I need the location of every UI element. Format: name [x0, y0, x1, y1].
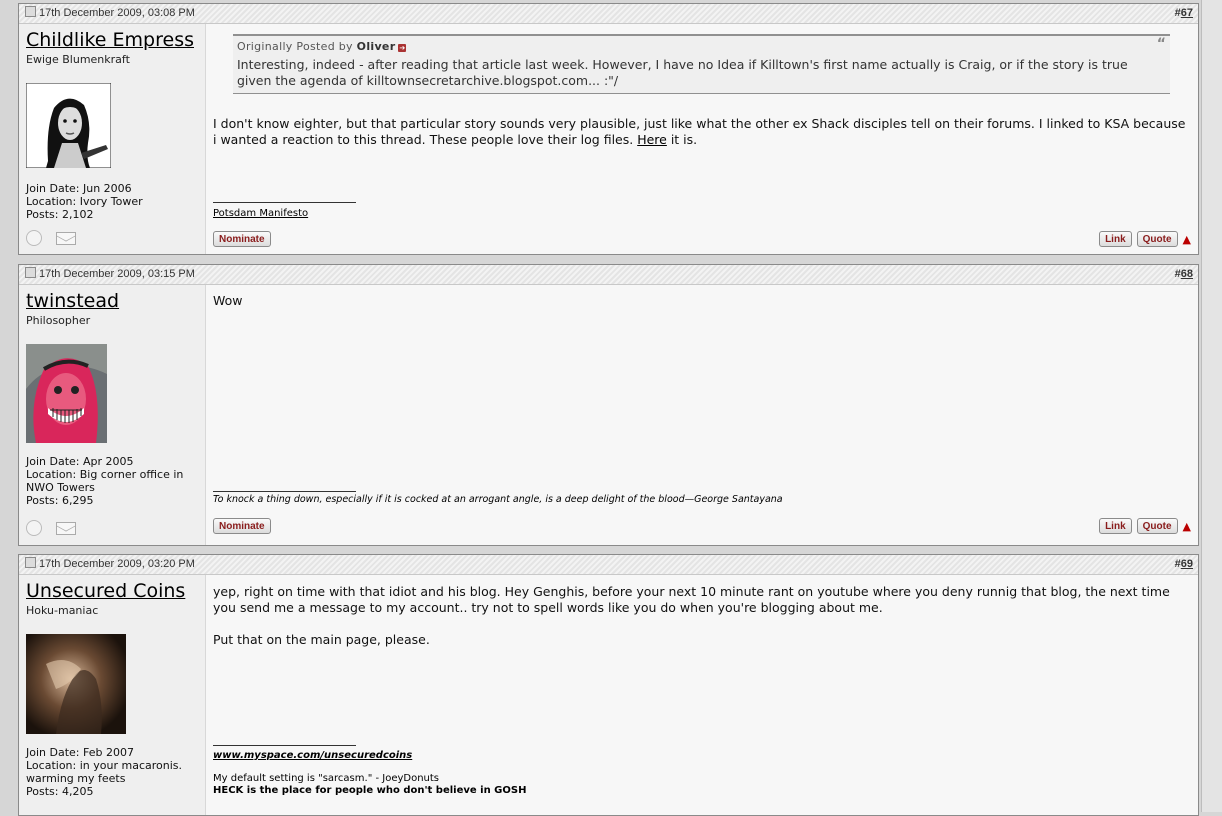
post-status-icon [25, 6, 36, 17]
window-scrollbar[interactable] [1201, 0, 1222, 812]
signature-line-3: HECK is the place for people who don't b… [213, 785, 527, 796]
quote-label: Originally Posted by [237, 40, 353, 53]
join-date: Join Date: Jun 2006 [26, 182, 132, 195]
post-count: Posts: 4,205 [26, 785, 94, 798]
quote-block: Originally Posted by Oliver ➔ “ Interesti… [233, 34, 1170, 94]
envelope-icon[interactable] [56, 231, 76, 245]
user-title: Philosopher [26, 314, 91, 327]
back-to-top-arrow-icon[interactable]: ▲ [1183, 520, 1191, 533]
signature-divider [213, 491, 356, 492]
online-status-icon [26, 520, 42, 536]
post-date: 17th December 2009, 03:20 PM [39, 558, 195, 570]
avatar[interactable] [26, 344, 107, 443]
username-link[interactable]: twinstead [26, 289, 205, 313]
signature-divider [213, 745, 356, 746]
userinfo: Childlike Empress Ewige Blumenkraft Join… [19, 24, 206, 254]
message-paragraph-2: Put that on the main page, please. [213, 632, 430, 647]
userinfo: twinstead Philosopher Join Date: Apr 200… [19, 285, 206, 545]
signature-myspace-link[interactable]: www.myspace.com/unsecuredcoins [213, 750, 412, 761]
message: I don't know eighter, but that particula… [213, 116, 1192, 148]
view-post-icon[interactable]: ➔ [398, 44, 407, 52]
post-number: #67 [1174, 7, 1193, 19]
post-status-icon [25, 557, 36, 568]
quote-button[interactable]: Quote [1136, 231, 1178, 247]
link-button[interactable]: Link [1099, 518, 1132, 534]
quote-header: Originally Posted by Oliver ➔ [237, 40, 1166, 53]
post-number: #69 [1174, 558, 1193, 570]
quote-author: Oliver [356, 40, 396, 53]
nominate-button[interactable]: Nominate [213, 518, 271, 534]
join-date: Join Date: Apr 2005 [26, 455, 134, 468]
avatar[interactable] [26, 634, 126, 734]
location: Location: Ivory Tower [26, 195, 143, 208]
back-to-top-arrow-icon[interactable]: ▲ [1183, 233, 1191, 246]
signature-line-2: My default setting is "sarcasm." - JoeyD… [213, 773, 440, 784]
link-button[interactable]: Link [1099, 231, 1132, 247]
message: yep, right on time with that idiot and h… [213, 584, 1192, 648]
location: Location: in your macaronis. warming my … [26, 759, 182, 785]
post-content: Wow To knock a thing down, especially if… [206, 285, 1198, 545]
post-header: 17th December 2009, 03:15 PM #68 [19, 265, 1198, 285]
signature-link[interactable]: Potsdam Manifesto [213, 208, 308, 219]
online-status-icon [26, 230, 42, 246]
nominate-button[interactable]: Nominate [213, 231, 271, 247]
user-title: Ewige Blumenkraft [26, 53, 130, 66]
post-count: Posts: 6,295 [26, 494, 94, 507]
post-number-link[interactable]: 67 [1181, 7, 1193, 19]
post-number-link[interactable]: 68 [1181, 268, 1193, 280]
message-text: I don't know eighter, but that particula… [213, 116, 1186, 147]
location: Location: Big corner office in NWO Tower… [26, 468, 184, 494]
avatar[interactable] [26, 83, 111, 168]
post-status-icon [25, 267, 36, 278]
username-link[interactable]: Childlike Empress [26, 28, 205, 52]
quote-text: Interesting, indeed - after reading that… [237, 57, 1128, 88]
post-header: 17th December 2009, 03:08 PM #67 [19, 4, 1198, 24]
username-link[interactable]: Unsecured Coins [26, 579, 205, 603]
message: Wow [213, 293, 243, 308]
message-text-end: it is. [666, 132, 698, 147]
message-paragraph-1: yep, right on time with that idiot and h… [213, 584, 1170, 615]
envelope-icon[interactable] [56, 521, 76, 535]
post-date: 17th December 2009, 03:08 PM [39, 7, 195, 19]
signature-divider [213, 202, 356, 203]
signature-text: To knock a thing down, especially if it … [213, 494, 783, 505]
join-date: Join Date: Feb 2007 [26, 746, 134, 759]
post-date: 17th December 2009, 03:15 PM [39, 268, 195, 280]
post-count: Posts: 2,102 [26, 208, 94, 221]
post-69: 17th December 2009, 03:20 PM #69 Unsecur… [18, 554, 1199, 816]
post-67: 17th December 2009, 03:08 PM #67 Childli… [18, 3, 1199, 255]
post-number: #68 [1174, 268, 1193, 280]
quote-mark-icon: “ [1156, 36, 1166, 52]
post-content: Originally Posted by Oliver ➔ “ Interesti… [206, 24, 1198, 254]
quote-button[interactable]: Quote [1136, 518, 1178, 534]
here-link[interactable]: Here [637, 132, 667, 147]
post-number-link[interactable]: 69 [1181, 558, 1193, 570]
user-title: Hoku-maniac [26, 604, 99, 617]
post-68: 17th December 2009, 03:15 PM #68 twinste… [18, 264, 1199, 546]
post-header: 17th December 2009, 03:20 PM #69 [19, 555, 1198, 575]
post-content: yep, right on time with that idiot and h… [206, 575, 1198, 815]
userinfo: Unsecured Coins Hoku-maniac Join Date: F… [19, 575, 206, 815]
